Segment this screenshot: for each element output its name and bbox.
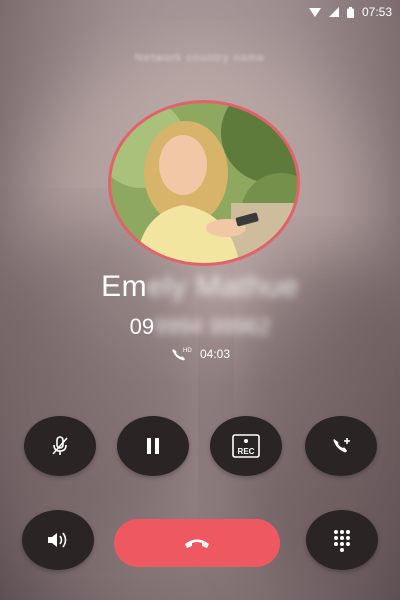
caller-avatar — [108, 100, 300, 266]
caller-number-visible: 09 — [129, 314, 155, 339]
pause-icon — [147, 438, 159, 454]
record-icon: REC — [232, 434, 260, 458]
caller-name: Emely Mathue — [0, 270, 400, 304]
call-info: HD 04:03 — [0, 346, 400, 362]
end-call-button[interactable] — [114, 519, 280, 567]
end-call-icon — [185, 539, 209, 548]
call-duration: 04:03 — [199, 347, 231, 361]
wifi-icon — [308, 8, 321, 17]
add-call-button[interactable] — [305, 416, 377, 476]
caller-name-visible: Em — [101, 270, 148, 303]
keypad-icon — [334, 530, 350, 552]
record-label: REC — [238, 447, 255, 456]
status-bar: 07:53 — [0, 0, 400, 24]
mute-button[interactable] — [24, 416, 96, 476]
caller-name-blurred: ely Mathue — [147, 270, 299, 303]
record-button[interactable]: REC — [210, 416, 282, 476]
carrier-label: Network country name — [134, 52, 266, 64]
mute-icon — [52, 436, 68, 455]
hold-button[interactable] — [117, 416, 189, 476]
status-time: 07:53 — [361, 5, 392, 19]
hd-call-icon: HD — [172, 348, 192, 361]
battery-icon — [346, 6, 354, 18]
signal-icon — [328, 7, 339, 17]
caller-number-blurred: 9994 99962 — [154, 314, 271, 339]
caller-number: 099994 99962 — [0, 314, 400, 340]
caller-photo — [111, 103, 297, 263]
speaker-icon — [48, 532, 67, 548]
keypad-button[interactable] — [306, 510, 378, 570]
hd-badge: HD — [183, 348, 192, 354]
add-call-icon — [333, 438, 350, 453]
speaker-button[interactable] — [22, 510, 94, 570]
